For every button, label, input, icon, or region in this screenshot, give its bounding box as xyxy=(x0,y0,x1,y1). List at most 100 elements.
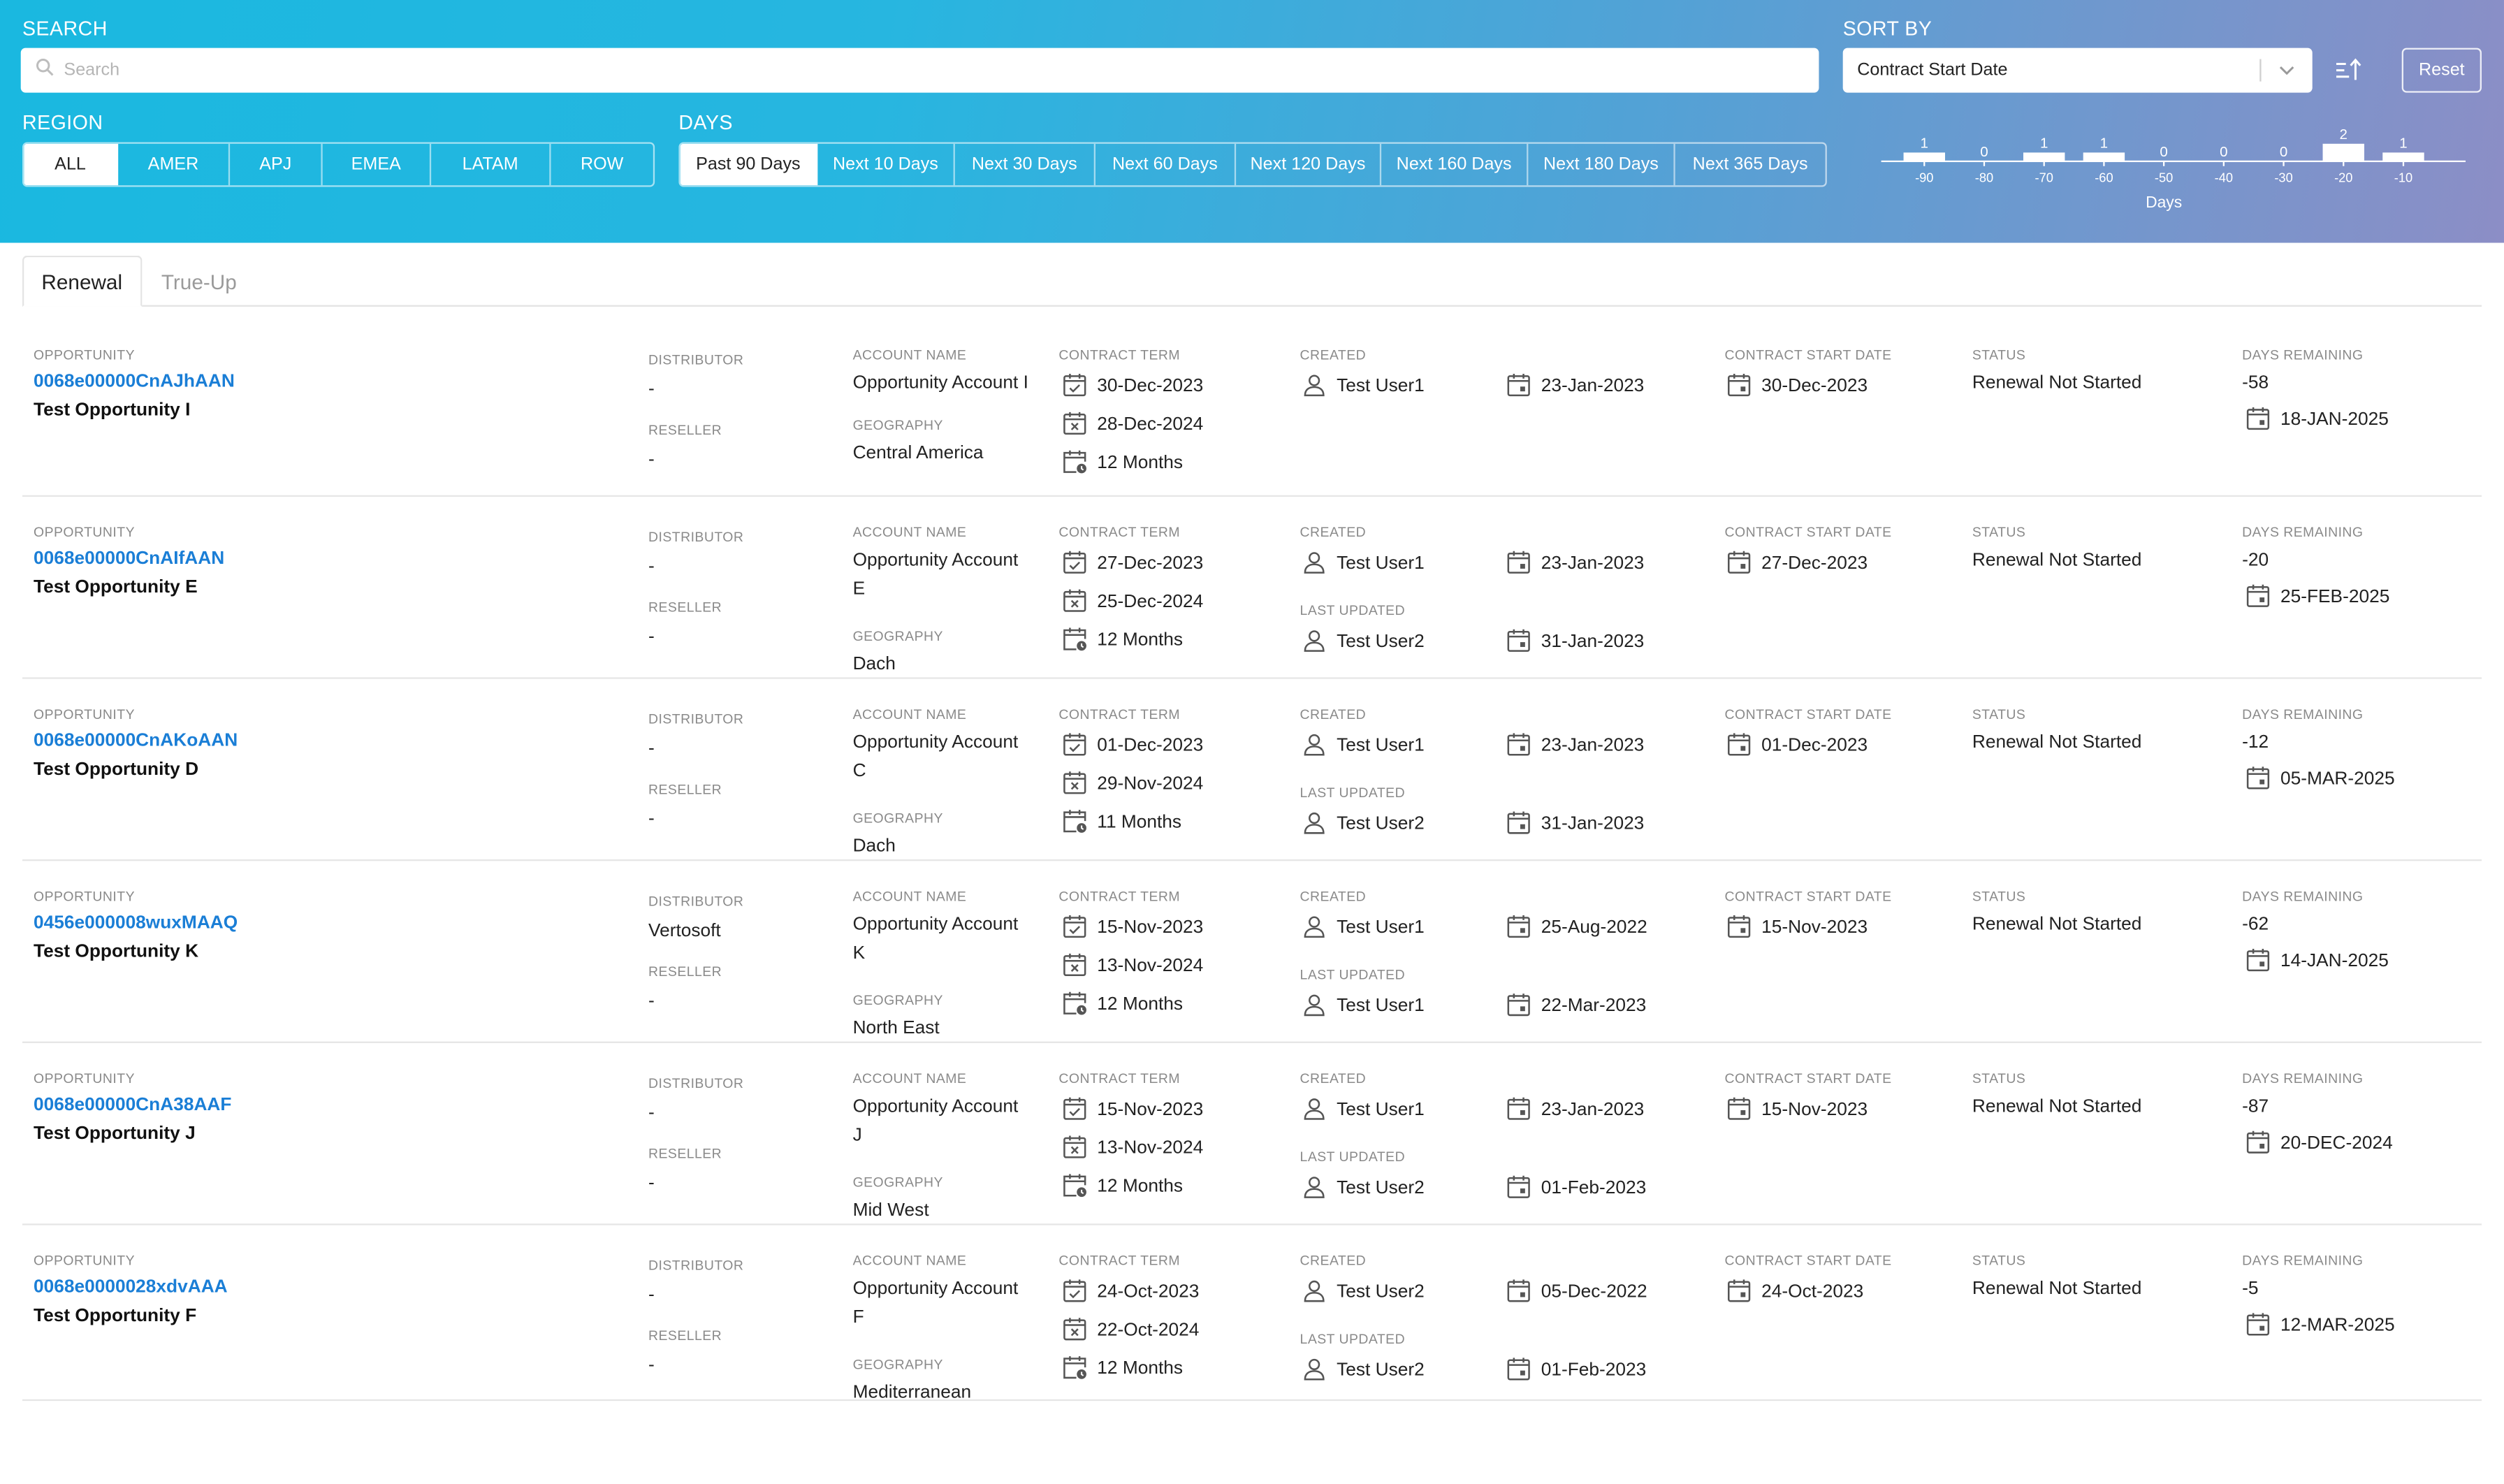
created-label: CREATED xyxy=(1300,523,1367,540)
days-option-next-60-days[interactable]: Next 60 Days xyxy=(1096,143,1237,186)
term-end-text: 13-Nov-2024 xyxy=(1097,1139,1204,1158)
days-option-next-120-days[interactable]: Next 120 Days xyxy=(1236,143,1382,186)
term-start-text: 30-Dec-2023 xyxy=(1097,377,1204,397)
calendar-icon xyxy=(1506,1173,1541,1203)
opportunity-id-link[interactable]: 0068e00000CnA38AAF xyxy=(34,1096,231,1114)
chart-bar[interactable] xyxy=(2382,152,2424,161)
opportunity-id-link[interactable]: 0068e0000028xdvAAA xyxy=(34,1278,228,1297)
calendar-x-icon xyxy=(1062,587,1097,617)
updated-user-text: Test User2 xyxy=(1337,632,1425,652)
term-length-text: 12 Months xyxy=(1097,631,1184,650)
account-name-label: ACCOUNT NAME xyxy=(852,523,967,540)
calendar-icon xyxy=(2245,1128,2280,1158)
term-start: 15-Nov-2023 xyxy=(1062,914,1203,943)
user-icon xyxy=(1302,731,1337,761)
days-remaining-value: -62 xyxy=(2242,915,2269,935)
days-option-past-90-days[interactable]: Past 90 Days xyxy=(680,143,818,186)
account-name-label: ACCOUNT NAME xyxy=(852,706,967,722)
term-end: 28-Dec-2024 xyxy=(1062,411,1203,439)
region-option-latam[interactable]: LATAM xyxy=(431,143,551,186)
geography-value: Mid West xyxy=(852,1201,929,1221)
geography-value: North East xyxy=(852,1019,940,1039)
opportunity-id-link[interactable]: 0456e000008wuxMAAQ xyxy=(34,914,238,933)
term-end: 13-Nov-2024 xyxy=(1062,1134,1203,1163)
days-option-next-365-days[interactable]: Next 365 Days xyxy=(1675,144,1826,185)
created-user: Test User1 xyxy=(1302,1096,1425,1124)
distributor-label: DISTRIBUTOR xyxy=(648,528,744,545)
renewal-date: 25-FEB-2025 xyxy=(2245,583,2390,611)
region-option-row[interactable]: ROW xyxy=(551,144,653,185)
updated-user: Test User2 xyxy=(1302,628,1425,657)
chart-tick-label: -20 xyxy=(2334,170,2352,185)
renewal-date-text: 25-FEB-2025 xyxy=(2280,588,2390,607)
reseller-value: - xyxy=(648,1174,655,1193)
chart-tick-label: -10 xyxy=(2394,170,2412,185)
updated-date: 31-Jan-2023 xyxy=(1506,628,1644,657)
updated-user-text: Test User2 xyxy=(1337,815,1425,834)
contract-term-label: CONTRACT TERM xyxy=(1058,347,1181,363)
chart-value-label: 2 xyxy=(2340,126,2348,143)
account-name-value: Opportunity Account xyxy=(852,733,1019,752)
days-remaining-value: -12 xyxy=(2242,733,2269,752)
calendar-check-icon xyxy=(1062,731,1097,761)
days-option-next-180-days[interactable]: Next 180 Days xyxy=(1528,143,1675,186)
updated-date: 01-Feb-2023 xyxy=(1506,1356,1646,1385)
region-option-all[interactable]: ALL xyxy=(24,143,119,186)
term-end: 25-Dec-2024 xyxy=(1062,588,1203,616)
search-input[interactable] xyxy=(64,60,1789,80)
created-date: 23-Jan-2023 xyxy=(1506,1096,1644,1124)
tab-true-up[interactable]: True-Up xyxy=(144,256,254,307)
contract-start-date: 15-Nov-2023 xyxy=(1726,914,1868,943)
renewal-date-text: 18-JAN-2025 xyxy=(2280,410,2389,430)
tab-bar: Renewal True-Up xyxy=(22,255,2482,307)
chart-value-label: 1 xyxy=(1921,135,1928,151)
search-label: SEARCH xyxy=(22,17,108,41)
opportunity-id-link[interactable]: 0068e00000CnAIfAAN xyxy=(34,549,224,568)
opportunity-label: OPPORTUNITY xyxy=(33,888,136,905)
contract-start-date-text: 15-Nov-2023 xyxy=(1761,918,1868,938)
user-icon xyxy=(1302,1277,1337,1307)
chart-bar[interactable] xyxy=(2023,152,2065,161)
calendar-clock-icon xyxy=(1062,1354,1097,1384)
user-icon xyxy=(1302,548,1337,579)
created-user: Test User1 xyxy=(1302,732,1425,760)
chart-bar[interactable] xyxy=(2322,143,2364,161)
status-value: Renewal Not Started xyxy=(1972,915,2142,935)
opportunity-id-link[interactable]: 0068e00000CnAJhAAN xyxy=(34,372,235,391)
select-divider xyxy=(2259,59,2262,82)
reset-button[interactable]: Reset xyxy=(2401,48,2482,93)
reseller-label: RESELLER xyxy=(648,963,722,980)
sort-by-select[interactable]: Contract Start Date xyxy=(1842,48,2313,93)
chart-bar[interactable] xyxy=(2083,152,2125,161)
region-option-apj[interactable]: APJ xyxy=(230,143,323,186)
days-option-next-30-days[interactable]: Next 30 Days xyxy=(955,143,1096,186)
calendar-x-icon xyxy=(1062,409,1097,439)
days-option-next-10-days[interactable]: Next 10 Days xyxy=(817,143,955,186)
account-name-value: E xyxy=(852,579,866,599)
contract-start-date-label: CONTRACT START DATE xyxy=(1724,706,1892,722)
tab-renewal[interactable]: Renewal xyxy=(22,255,142,307)
updated-date-text: 01-Feb-2023 xyxy=(1541,1360,1647,1381)
calendar-icon xyxy=(1506,372,1541,402)
sort-direction-icon[interactable] xyxy=(2335,56,2364,91)
opportunity-id-link[interactable]: 0068e00000CnAKoAAN xyxy=(34,732,238,750)
account-name-label: ACCOUNT NAME xyxy=(852,347,967,363)
user-icon xyxy=(1302,1355,1337,1385)
region-option-amer[interactable]: AMER xyxy=(118,143,231,186)
calendar-clock-icon xyxy=(1062,448,1097,478)
contract-term-label: CONTRACT TERM xyxy=(1058,888,1181,905)
contract-start-date: 27-Dec-2023 xyxy=(1726,549,1868,578)
calendar-icon xyxy=(1506,731,1541,761)
status-label: STATUS xyxy=(1972,347,2026,363)
days-option-next-160-days[interactable]: Next 160 Days xyxy=(1381,143,1529,186)
chart-bar[interactable] xyxy=(1903,152,1945,161)
term-length: 12 Months xyxy=(1062,449,1183,477)
term-start-text: 15-Nov-2023 xyxy=(1097,918,1204,938)
account-name-value: F xyxy=(852,1308,864,1327)
reseller-value: - xyxy=(648,991,655,1012)
reseller-label: RESELLER xyxy=(648,1145,722,1162)
term-length: 12 Months xyxy=(1062,626,1183,655)
search-field[interactable] xyxy=(20,48,1819,93)
region-option-emea[interactable]: EMEA xyxy=(323,143,432,186)
updated-date-text: 31-Jan-2023 xyxy=(1541,632,1645,652)
